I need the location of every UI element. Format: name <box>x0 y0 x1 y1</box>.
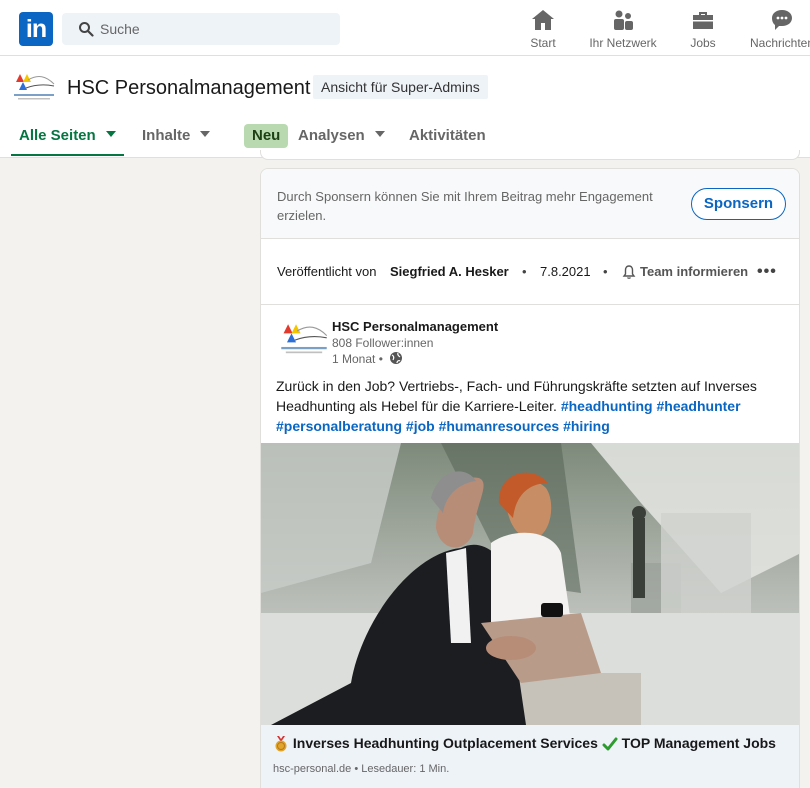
separator-dot: • <box>603 264 608 279</box>
sponsor-button[interactable]: Sponsern <box>691 188 786 220</box>
chevron-down-icon <box>105 131 116 138</box>
post-photo <box>261 443 799 725</box>
post-text: Zurück in den Job? Vertriebs-, Fach- und… <box>276 376 786 436</box>
search-icon <box>79 22 94 37</box>
hashtag-link[interactable]: #humanresources <box>439 418 560 434</box>
nav-jobs[interactable]: Jobs <box>686 8 720 52</box>
post-author-logo[interactable] <box>279 319 329 359</box>
nav-network-label: Ihr Netzwerk <box>589 36 657 50</box>
nav-messaging[interactable]: Nachrichten <box>750 8 810 52</box>
preview-title-part-a: Inverses Headhunting Outplacement Servic… <box>292 735 598 751</box>
post-author-name[interactable]: HSC Personalmanagement <box>332 319 498 334</box>
preview-title-part-b: TOP Management Jobs <box>621 735 776 751</box>
tab-all-pages-label: Alle Seiten <box>19 127 96 144</box>
company-logo[interactable] <box>12 70 56 104</box>
nav-network[interactable]: Ihr Netzwerk <box>586 8 660 52</box>
published-prefix: Veröffentlicht von <box>277 264 377 279</box>
global-nav: in Start Ihr Netzwerk Jobs <box>0 0 810 56</box>
home-icon <box>532 10 554 30</box>
tab-content[interactable]: Inhalte <box>142 122 211 156</box>
nav-jobs-label: Jobs <box>690 36 716 50</box>
medal-icon <box>275 736 287 752</box>
hashtag-link[interactable]: #hiring <box>563 418 610 434</box>
chevron-down-icon <box>200 131 211 138</box>
network-icon <box>614 10 633 30</box>
published-by-row: Veröffentlicht von Siegfried A. Hesker •… <box>261 239 799 305</box>
link-preview[interactable]: Inverses Headhunting Outplacement Servic… <box>261 725 799 788</box>
publisher-name[interactable]: Siegfried A. Hesker <box>390 264 509 279</box>
post-time: 1 Monat • <box>332 352 383 366</box>
more-options-icon[interactable]: ••• <box>757 263 777 281</box>
separator-dot: • <box>522 264 527 279</box>
chevron-down-icon <box>374 131 385 138</box>
tab-analytics-label: Analysen <box>298 127 365 144</box>
hashtag-link[interactable]: #headhunting <box>561 398 653 414</box>
hashtag-link[interactable]: #personalberatung <box>276 418 402 434</box>
page-admin-header: HSC Personalmanagement Ansicht für Super… <box>0 56 810 158</box>
briefcase-icon <box>693 12 713 29</box>
post-image[interactable] <box>261 443 799 725</box>
nav-home[interactable]: Start <box>525 8 561 52</box>
check-icon <box>602 737 618 751</box>
tab-activity-label: Aktivitäten <box>409 127 486 144</box>
link-preview-meta: hsc-personal.de • Lesedauer: 1 Min. <box>273 763 450 775</box>
super-admin-badge[interactable]: Ansicht für Super-Admins <box>313 75 488 99</box>
notify-team-button[interactable]: Team informieren <box>640 264 748 279</box>
search-input[interactable] <box>100 13 330 45</box>
nav-messaging-label: Nachrichten <box>750 36 810 50</box>
hashtag-link[interactable]: #headhunter <box>657 398 741 414</box>
hashtag-link[interactable]: #job <box>406 418 435 434</box>
sponsor-banner: Durch Sponsern können Sie mit Ihrem Beit… <box>261 169 799 239</box>
company-name[interactable]: HSC Personalmanagement <box>67 77 310 100</box>
tab-all-pages[interactable]: Alle Seiten <box>11 122 124 156</box>
sponsor-text: Durch Sponsern können Sie mit Ihrem Beit… <box>277 189 653 223</box>
new-badge: Neu <box>244 124 289 148</box>
post-card: Durch Sponsern können Sie mit Ihrem Beit… <box>260 168 800 788</box>
bell-icon <box>622 265 636 279</box>
messaging-icon <box>772 10 792 30</box>
previous-card-bottom <box>260 150 800 160</box>
post-followers: 808 Follower:innen <box>332 336 434 350</box>
globe-icon <box>390 352 402 364</box>
tab-content-label: Inhalte <box>142 127 191 144</box>
link-preview-title[interactable]: Inverses Headhunting Outplacement Servic… <box>273 735 776 752</box>
search-box[interactable] <box>62 13 340 45</box>
linkedin-logo[interactable]: in <box>19 12 53 46</box>
publish-date: 7.8.2021 <box>540 264 591 279</box>
nav-home-label: Start <box>530 36 556 50</box>
